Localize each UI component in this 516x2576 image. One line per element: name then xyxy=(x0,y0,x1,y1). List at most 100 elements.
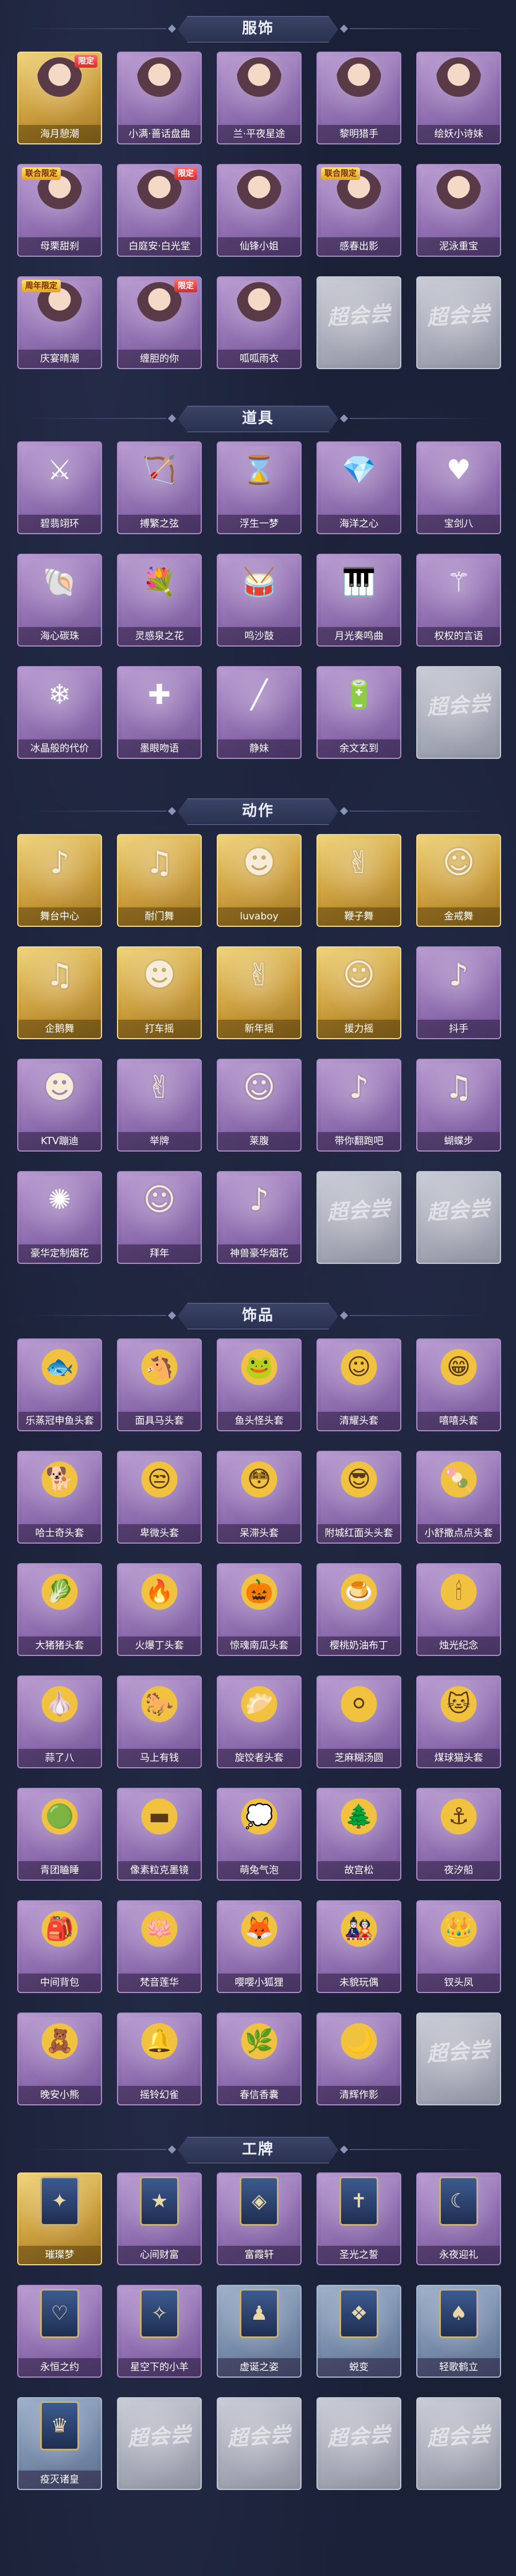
item-card[interactable]: 🐚 海心碳珠 xyxy=(17,554,102,647)
item-card[interactable]: ♪ 带你翻跑吧 xyxy=(316,1059,401,1152)
item-card[interactable]: 联合限定 母栗甜刹 xyxy=(17,164,102,257)
item-card[interactable]: ★ 心间财富 xyxy=(117,2172,202,2265)
item-card[interactable]: 🥬 大猪猪头套 xyxy=(17,1563,102,1656)
item-card[interactable]: ♫ 耐门舞 xyxy=(117,834,202,927)
item-card[interactable]: ✌ 鞭子舞 xyxy=(316,834,401,927)
item-card[interactable]: 🧄 蒜了八 xyxy=(17,1675,102,1768)
item-card[interactable]: ✺ 豪华定制烟花 xyxy=(17,1171,102,1264)
item-card[interactable]: 仙锋小姐 xyxy=(217,164,302,257)
item-card[interactable]: ♡ 永恒之约 xyxy=(17,2285,102,2378)
item-card[interactable]: ☺ 莱腹 xyxy=(217,1059,302,1152)
item-card[interactable]: ⚚ 权权的言语 xyxy=(416,554,501,647)
item-card[interactable]: ☺ 清耀头套 xyxy=(316,1338,401,1431)
item-card[interactable]: ☾ 永夜迎礼 xyxy=(416,2172,501,2265)
item-card[interactable]: 🏹 搏繁之弦 xyxy=(117,441,202,534)
item-card[interactable]: 🍮 樱桃奶油布丁 xyxy=(316,1563,401,1656)
item-card[interactable]: 🐟 乐蒸冠申鱼头套 xyxy=(17,1338,102,1431)
item-card[interactable]: ♥ 宝剑八 xyxy=(416,441,501,534)
item-card[interactable]: 兰·平夜星途 xyxy=(217,52,302,144)
item-card[interactable]: 💎 海洋之心 xyxy=(316,441,401,534)
item-card[interactable]: ✦ 璀璨梦 xyxy=(17,2172,102,2265)
item-card[interactable]: 😒 卑微头套 xyxy=(117,1451,202,1544)
item-card[interactable]: 🐎 马上有钱 xyxy=(117,1675,202,1768)
item-card[interactable]: ♛ 疫灭诸皇 xyxy=(17,2397,102,2490)
item-card[interactable]: ⚓ 夜汐船 xyxy=(416,1788,501,1881)
item-card[interactable]: 👑 钗头凤 xyxy=(416,1900,501,1993)
item-card[interactable]: 🐕 哈士奇头套 xyxy=(17,1451,102,1544)
item-card[interactable]: 🔋 余文玄到 xyxy=(316,666,401,759)
item-card[interactable]: 限定 缠胆的你 xyxy=(117,276,202,369)
item-card[interactable]: 🌙 清辉作影 xyxy=(316,2013,401,2105)
item-card[interactable]: 联合限定 感春出影 xyxy=(316,164,401,257)
empty-item-slot[interactable]: 超会尝 xyxy=(316,2397,401,2490)
item-card[interactable]: 🪷 梵音莲华 xyxy=(117,1900,202,1993)
item-card[interactable]: ☻ KTV蹦迪 xyxy=(17,1059,102,1152)
empty-item-slot[interactable]: 超会尝 xyxy=(316,276,401,369)
item-card[interactable]: ♟ 虚诞之姿 xyxy=(217,2285,302,2378)
item-card[interactable]: 🦊 嘤嘤小狐狸 xyxy=(217,1900,302,1993)
item-card[interactable]: 🥁 鸣沙鼓 xyxy=(217,554,302,647)
item-card[interactable]: 🧸 晚安小熊 xyxy=(17,2013,102,2105)
item-card[interactable]: 限定 海月憩潮 xyxy=(17,52,102,144)
item-card[interactable]: 😎 附城红面头头套 xyxy=(316,1451,401,1544)
empty-item-slot[interactable]: 超会尝 xyxy=(316,1171,401,1264)
item-card[interactable]: 🎃 惊魂南瓜头套 xyxy=(217,1563,302,1656)
item-card[interactable]: ✧ 星空下的小羊 xyxy=(117,2285,202,2378)
item-card[interactable]: ♫ 企鹅舞 xyxy=(17,946,102,1039)
item-card[interactable]: ☻ luvaboy xyxy=(217,834,302,927)
item-card[interactable]: 绘妖小诗妹 xyxy=(416,52,501,144)
item-card[interactable]: ♠ 轻歌鹤立 xyxy=(416,2285,501,2378)
item-card[interactable]: 小满·蔷话盘曲 xyxy=(117,52,202,144)
item-card[interactable]: 呱呱雨衣 xyxy=(217,276,302,369)
item-card[interactable]: 🐱 煤球猫头套 xyxy=(416,1675,501,1768)
item-card[interactable]: 🎒 中间背包 xyxy=(17,1900,102,1993)
item-card[interactable]: ✚ 墨眼吻语 xyxy=(117,666,202,759)
item-card[interactable]: 泥泳重宝 xyxy=(416,164,501,257)
item-card[interactable]: 🎎 未貌玩偶 xyxy=(316,1900,401,1993)
item-card[interactable]: 💭 萌兔气泡 xyxy=(217,1788,302,1881)
item-card[interactable]: 🍡 小舒撒点点头套 xyxy=(416,1451,501,1544)
item-card[interactable]: 🔥 火爆丁头套 xyxy=(117,1563,202,1656)
item-card[interactable]: 黎明猎手 xyxy=(316,52,401,144)
item-card[interactable]: ☺ 拜年 xyxy=(117,1171,202,1264)
item-card[interactable]: ☻ 打车摇 xyxy=(117,946,202,1039)
empty-item-slot[interactable]: 超会尝 xyxy=(117,2397,202,2490)
item-card[interactable]: ✝ 圣光之誓 xyxy=(316,2172,401,2265)
item-card[interactable]: 周年限定 庆宴晴潮 xyxy=(17,276,102,369)
empty-item-slot[interactable]: 超会尝 xyxy=(416,666,501,759)
empty-item-slot[interactable]: 超会尝 xyxy=(416,1171,501,1264)
item-card[interactable]: ✌ 举牌 xyxy=(117,1059,202,1152)
item-card[interactable]: ♪ 神兽豪华烟花 xyxy=(217,1171,302,1264)
item-card[interactable]: ╱ 静妹 xyxy=(217,666,302,759)
item-card[interactable]: ♪ 抖手 xyxy=(416,946,501,1039)
item-card[interactable]: ⚪ 芝麻糊汤圆 xyxy=(316,1675,401,1768)
item-card[interactable]: ☺ 援力摇 xyxy=(316,946,401,1039)
item-card[interactable]: 🐴 面具马头套 xyxy=(117,1338,202,1431)
item-card[interactable]: ☺ 金戒舞 xyxy=(416,834,501,927)
item-card[interactable]: 🥟 旋饺者头套 xyxy=(217,1675,302,1768)
empty-item-slot[interactable]: 超会尝 xyxy=(416,276,501,369)
item-card[interactable]: 🎹 月光奏鸣曲 xyxy=(316,554,401,647)
item-card[interactable]: ❖ 蜕变 xyxy=(316,2285,401,2378)
item-card[interactable]: ♫ 蝴蝶步 xyxy=(416,1059,501,1152)
item-card[interactable]: 😁 嘻嘻头套 xyxy=(416,1338,501,1431)
item-card[interactable]: ⌛ 浮生一梦 xyxy=(217,441,302,534)
item-card[interactable]: 🕯 烛光纪念 xyxy=(416,1563,501,1656)
empty-item-slot[interactable]: 超会尝 xyxy=(416,2397,501,2490)
item-card[interactable]: ♪ 舞台中心 xyxy=(17,834,102,927)
item-card[interactable]: ⚔ 碧翡翊环 xyxy=(17,441,102,534)
item-card[interactable]: 🔔 摇铃幻雀 xyxy=(117,2013,202,2105)
item-card[interactable]: 🌿 春信香囊 xyxy=(217,2013,302,2105)
item-card[interactable]: ◈ 富霞轩 xyxy=(217,2172,302,2265)
item-card[interactable]: 😳 呆滞头套 xyxy=(217,1451,302,1544)
item-card[interactable]: ❄ 冰晶般的代价 xyxy=(17,666,102,759)
item-card[interactable]: 🌲 故宫松 xyxy=(316,1788,401,1881)
item-card[interactable]: 🐸 鱼头怪头套 xyxy=(217,1338,302,1431)
empty-item-slot[interactable]: 超会尝 xyxy=(217,2397,302,2490)
item-card[interactable]: ▬ 像素粒克墨镜 xyxy=(117,1788,202,1881)
empty-item-slot[interactable]: 超会尝 xyxy=(416,2013,501,2105)
item-card[interactable]: 限定 白庭安·白光堂 xyxy=(117,164,202,257)
item-card[interactable]: 🟢 青团瞌睡 xyxy=(17,1788,102,1881)
item-card[interactable]: 💐 灵感泉之花 xyxy=(117,554,202,647)
item-card[interactable]: ✌ 新年摇 xyxy=(217,946,302,1039)
